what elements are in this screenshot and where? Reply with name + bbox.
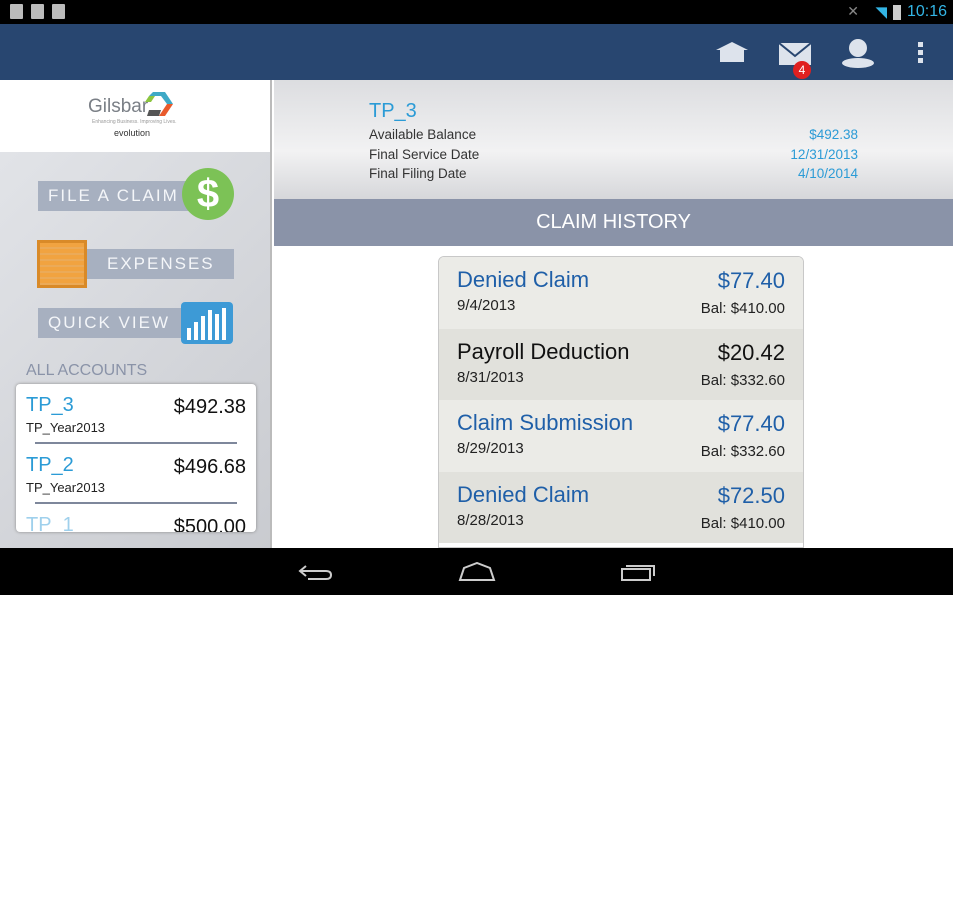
account-item[interactable]: TP_3 $492.38 TP_Year2013 (16, 384, 256, 444)
claim-balance: Bal: $410.00 (700, 514, 785, 532)
home-icon[interactable] (716, 40, 748, 64)
notification-icons (10, 4, 65, 19)
wifi-icon: ◥ (875, 4, 887, 21)
claim-amount: $77.40 (717, 268, 785, 293)
file-a-claim-button[interactable]: FILE A CLAIM (38, 181, 198, 211)
clock: 10:16 (906, 3, 947, 20)
claim-amount: $72.50 (717, 482, 785, 508)
account-title: TP_3 (369, 100, 417, 122)
claim-item[interactable]: Claim Submission $77.40 8/29/2013 Bal: $332… (439, 400, 803, 472)
bar-chart-icon (181, 302, 233, 344)
claim-amount: $77.40 (717, 411, 785, 436)
gilsbar-logo: Gilsbar Enhancing Business. Improving Li… (0, 80, 270, 152)
status-bar: ✕ ◥ 10:16 (0, 0, 953, 24)
navigation-bar (0, 548, 953, 595)
logo-mark-icon (145, 92, 173, 116)
available-balance-row: Available Balance $492.38 (369, 127, 858, 142)
all-accounts-title: ALL ACCOUNTS (26, 362, 148, 379)
home-nav-icon[interactable] (458, 562, 496, 582)
account-item[interactable]: TP_2 $496.68 TP_Year2013 (16, 444, 256, 504)
claim-history-list[interactable]: Denied Claim $77.40 9/4/2013 Bal: $410.00 Pa… (438, 256, 804, 548)
claim-balance: Bal: $332.60 (700, 371, 785, 389)
claim-balance: Bal: $332.60 (700, 443, 785, 460)
claim-item[interactable]: Denied Claim $77.40 9/4/2013 Bal: $410.00 (439, 257, 803, 329)
overflow-menu-icon[interactable] (918, 42, 924, 64)
claim-item[interactable]: Denied Claim $72.50 8/28/2013 Bal: $410.00 (439, 471, 803, 543)
dollar-icon: $ (182, 168, 234, 220)
final-filing-date-row: Final Filing Date 4/10/2014 (369, 166, 858, 181)
download-icon (10, 4, 23, 19)
action-bar: 4 (0, 24, 953, 80)
mail-badge: 4 (793, 61, 811, 79)
store-icon (52, 4, 65, 19)
profile-icon[interactable] (841, 38, 875, 68)
account-item[interactable]: TP_1 $500.00 (16, 504, 256, 532)
mute-icon: ✕ (847, 3, 859, 19)
account-header: TP_3 Available Balance $492.38 Final Serv… (274, 80, 953, 199)
claim-balance: Bal: $410.00 (700, 300, 785, 317)
battery-icon (893, 5, 901, 20)
sidebar: Gilsbar Enhancing Business. Improving Li… (0, 80, 272, 548)
accounts-list[interactable]: TP_3 $492.38 TP_Year2013 TP_2 $496.68 TP_Yea… (16, 384, 256, 532)
receipt-icon (37, 240, 87, 288)
claim-history-title: CLAIM HISTORY (274, 199, 953, 246)
back-icon[interactable] (298, 562, 334, 582)
claim-item[interactable]: Payroll Deduction $20.42 8/31/2013 Bal: $33… (439, 328, 803, 400)
recent-apps-icon[interactable] (620, 562, 658, 582)
claim-amount: $20.42 (717, 339, 785, 365)
account-detail: TP_3 Available Balance $492.38 Final Serv… (274, 80, 953, 548)
final-service-date-row: Final Service Date 12/31/2013 (369, 147, 858, 162)
image-icon (31, 4, 44, 19)
